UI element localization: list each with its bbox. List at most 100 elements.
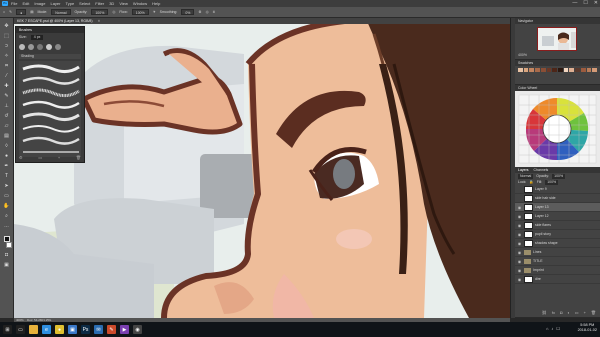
visibility-eye-icon[interactable]: ◉	[517, 205, 522, 210]
menu-edit[interactable]: Edit	[22, 1, 29, 6]
background-color-swatch[interactable]	[6, 242, 12, 248]
brush-preset-picker[interactable]: ●	[16, 9, 27, 15]
symmetry-icon[interactable]: ⧖	[213, 10, 215, 14]
new-layer-icon[interactable]: +	[584, 310, 586, 316]
shape-tool-icon[interactable]: ▭	[3, 192, 11, 199]
blur-tool-icon[interactable]: ◊	[3, 142, 11, 149]
new-folder-icon[interactable]: ▭	[38, 155, 42, 160]
brush-size-input[interactable]: 4 px	[30, 34, 44, 40]
tab-channels[interactable]: Channels	[534, 167, 549, 173]
pen-tool-icon[interactable]: ✒	[3, 162, 11, 169]
visibility-eye-icon[interactable]: ◉	[517, 241, 522, 246]
brush-preset[interactable]	[19, 44, 25, 50]
lasso-tool-icon[interactable]: ↄ	[3, 42, 11, 49]
menu-view[interactable]: View	[119, 1, 128, 6]
document-canvas[interactable]	[14, 24, 510, 318]
opacity-input[interactable]: 100%	[91, 9, 109, 15]
folder-icon[interactable]	[29, 325, 38, 334]
layer-row[interactable]: ◉ dire	[515, 275, 600, 284]
edge-icon[interactable]: e	[42, 325, 51, 334]
menu-layer[interactable]: Layer	[50, 1, 60, 6]
windows-icon[interactable]: ⊞	[3, 325, 12, 334]
home-icon[interactable]: ⌂	[3, 10, 5, 14]
layer-row[interactable]: side hair side	[515, 194, 600, 203]
brush-preset[interactable]	[46, 44, 52, 50]
brush-folder-shading[interactable]: Shading	[19, 54, 81, 59]
smoothing-input[interactable]: 0%	[181, 9, 195, 15]
close-icon[interactable]: ✕	[594, 0, 598, 6]
brush-preset[interactable]	[37, 44, 43, 50]
airbrush-icon[interactable]: ✈	[153, 10, 156, 14]
color-swatch[interactable]	[580, 68, 586, 72]
history-brush-icon[interactable]: ↺	[3, 112, 11, 119]
layer-row[interactable]: Layer 9	[515, 185, 600, 194]
navigator-thumbnail[interactable]	[537, 27, 577, 51]
more-tools-icon[interactable]: …	[3, 222, 11, 229]
screen-mode-icon[interactable]: ▣	[3, 261, 11, 268]
store-icon[interactable]: ▣	[68, 325, 77, 334]
media-icon[interactable]: ▶	[120, 325, 129, 334]
dodge-tool-icon[interactable]: ●	[3, 152, 11, 159]
paint-icon[interactable]: ✎	[107, 325, 116, 334]
network-icon[interactable]: ⌂	[546, 326, 548, 331]
task-view-icon[interactable]: ▭	[16, 325, 25, 334]
menu-file[interactable]: File	[11, 1, 17, 6]
color-swatch[interactable]	[523, 68, 529, 72]
menu-select[interactable]: Select	[79, 1, 90, 6]
visibility-eye-icon[interactable]: ◉	[517, 232, 522, 237]
layer-row[interactable]: ◉ Imprint	[515, 266, 600, 275]
maximize-icon[interactable]: ☐	[583, 0, 587, 6]
visibility-eye-icon[interactable]: ◉	[517, 214, 522, 219]
move-tool-icon[interactable]: ✥	[3, 22, 11, 29]
layer-row[interactable]: ◉ Layer 13	[515, 203, 600, 212]
menu-3d[interactable]: 3D	[109, 1, 114, 6]
brush-tool-icon[interactable]: ✎	[9, 10, 12, 14]
pressure-opacity-icon[interactable]: ◎	[112, 10, 115, 14]
minimize-icon[interactable]: —	[572, 0, 577, 6]
visibility-eye-icon[interactable]: ◉	[517, 268, 522, 273]
chrome-icon[interactable]: ●	[55, 325, 64, 334]
volume-icon[interactable]: ♪	[551, 326, 553, 331]
menu-window[interactable]: Window	[133, 1, 147, 6]
color-swatch[interactable]	[546, 68, 552, 72]
brush-preset[interactable]	[55, 44, 61, 50]
crop-tool-icon[interactable]: ⌗	[3, 62, 11, 69]
quick-mask-icon[interactable]: ◘	[3, 251, 11, 258]
stamp-tool-icon[interactable]: ⊥	[3, 102, 11, 109]
color-swatch[interactable]	[518, 68, 523, 72]
brush-tool-icon[interactable]: ✎	[3, 92, 11, 99]
layer-opacity-input[interactable]: 100%	[552, 173, 566, 179]
new-group-icon[interactable]: ▭	[575, 310, 579, 316]
menu-image[interactable]: Image	[34, 1, 45, 6]
color-swatch[interactable]	[552, 68, 558, 72]
color-swatch[interactable]	[529, 68, 535, 72]
visibility-eye-icon[interactable]: ◉	[517, 259, 522, 264]
quick-select-tool-icon[interactable]: ✧	[3, 52, 11, 59]
menu-help[interactable]: Help	[152, 1, 160, 6]
marquee-tool-icon[interactable]: ⬚	[3, 32, 11, 39]
flow-input[interactable]: 100%	[131, 9, 149, 15]
close-tab-icon[interactable]: ✕	[98, 19, 101, 23]
layer-style-icon[interactable]: fx	[552, 310, 555, 316]
visibility-eye-icon[interactable]: ◉	[517, 277, 522, 282]
eraser-tool-icon[interactable]: ▱	[3, 122, 11, 129]
color-swatch[interactable]	[540, 68, 546, 72]
menu-filter[interactable]: Filter	[95, 1, 104, 6]
layer-row[interactable]: ◉ side flares	[515, 221, 600, 230]
zoom-tool-icon[interactable]: ⌕	[3, 212, 11, 219]
tab-layers[interactable]: Layers	[518, 167, 529, 173]
color-swatch[interactable]	[535, 68, 540, 72]
color-swatch[interactable]	[558, 68, 563, 72]
color-wheel-graphic[interactable]	[515, 91, 600, 167]
mail-icon[interactable]: ✉	[94, 325, 103, 334]
camera-icon[interactable]: ◉	[133, 325, 142, 334]
mode-select[interactable]: Normal	[51, 9, 71, 15]
adjustment-layer-icon[interactable]: ◐	[567, 310, 569, 316]
lock-icon[interactable]: 🔒	[529, 180, 533, 184]
navigator-zoom-value[interactable]: 400%	[518, 53, 527, 57]
hand-tool-icon[interactable]: ✋	[3, 202, 11, 209]
blend-mode-select[interactable]: Normal	[518, 173, 534, 179]
color-swatch[interactable]	[575, 68, 580, 72]
smoothing-settings-icon[interactable]: ⚙	[198, 10, 201, 14]
eyedropper-tool-icon[interactable]: ⁄	[3, 72, 11, 79]
